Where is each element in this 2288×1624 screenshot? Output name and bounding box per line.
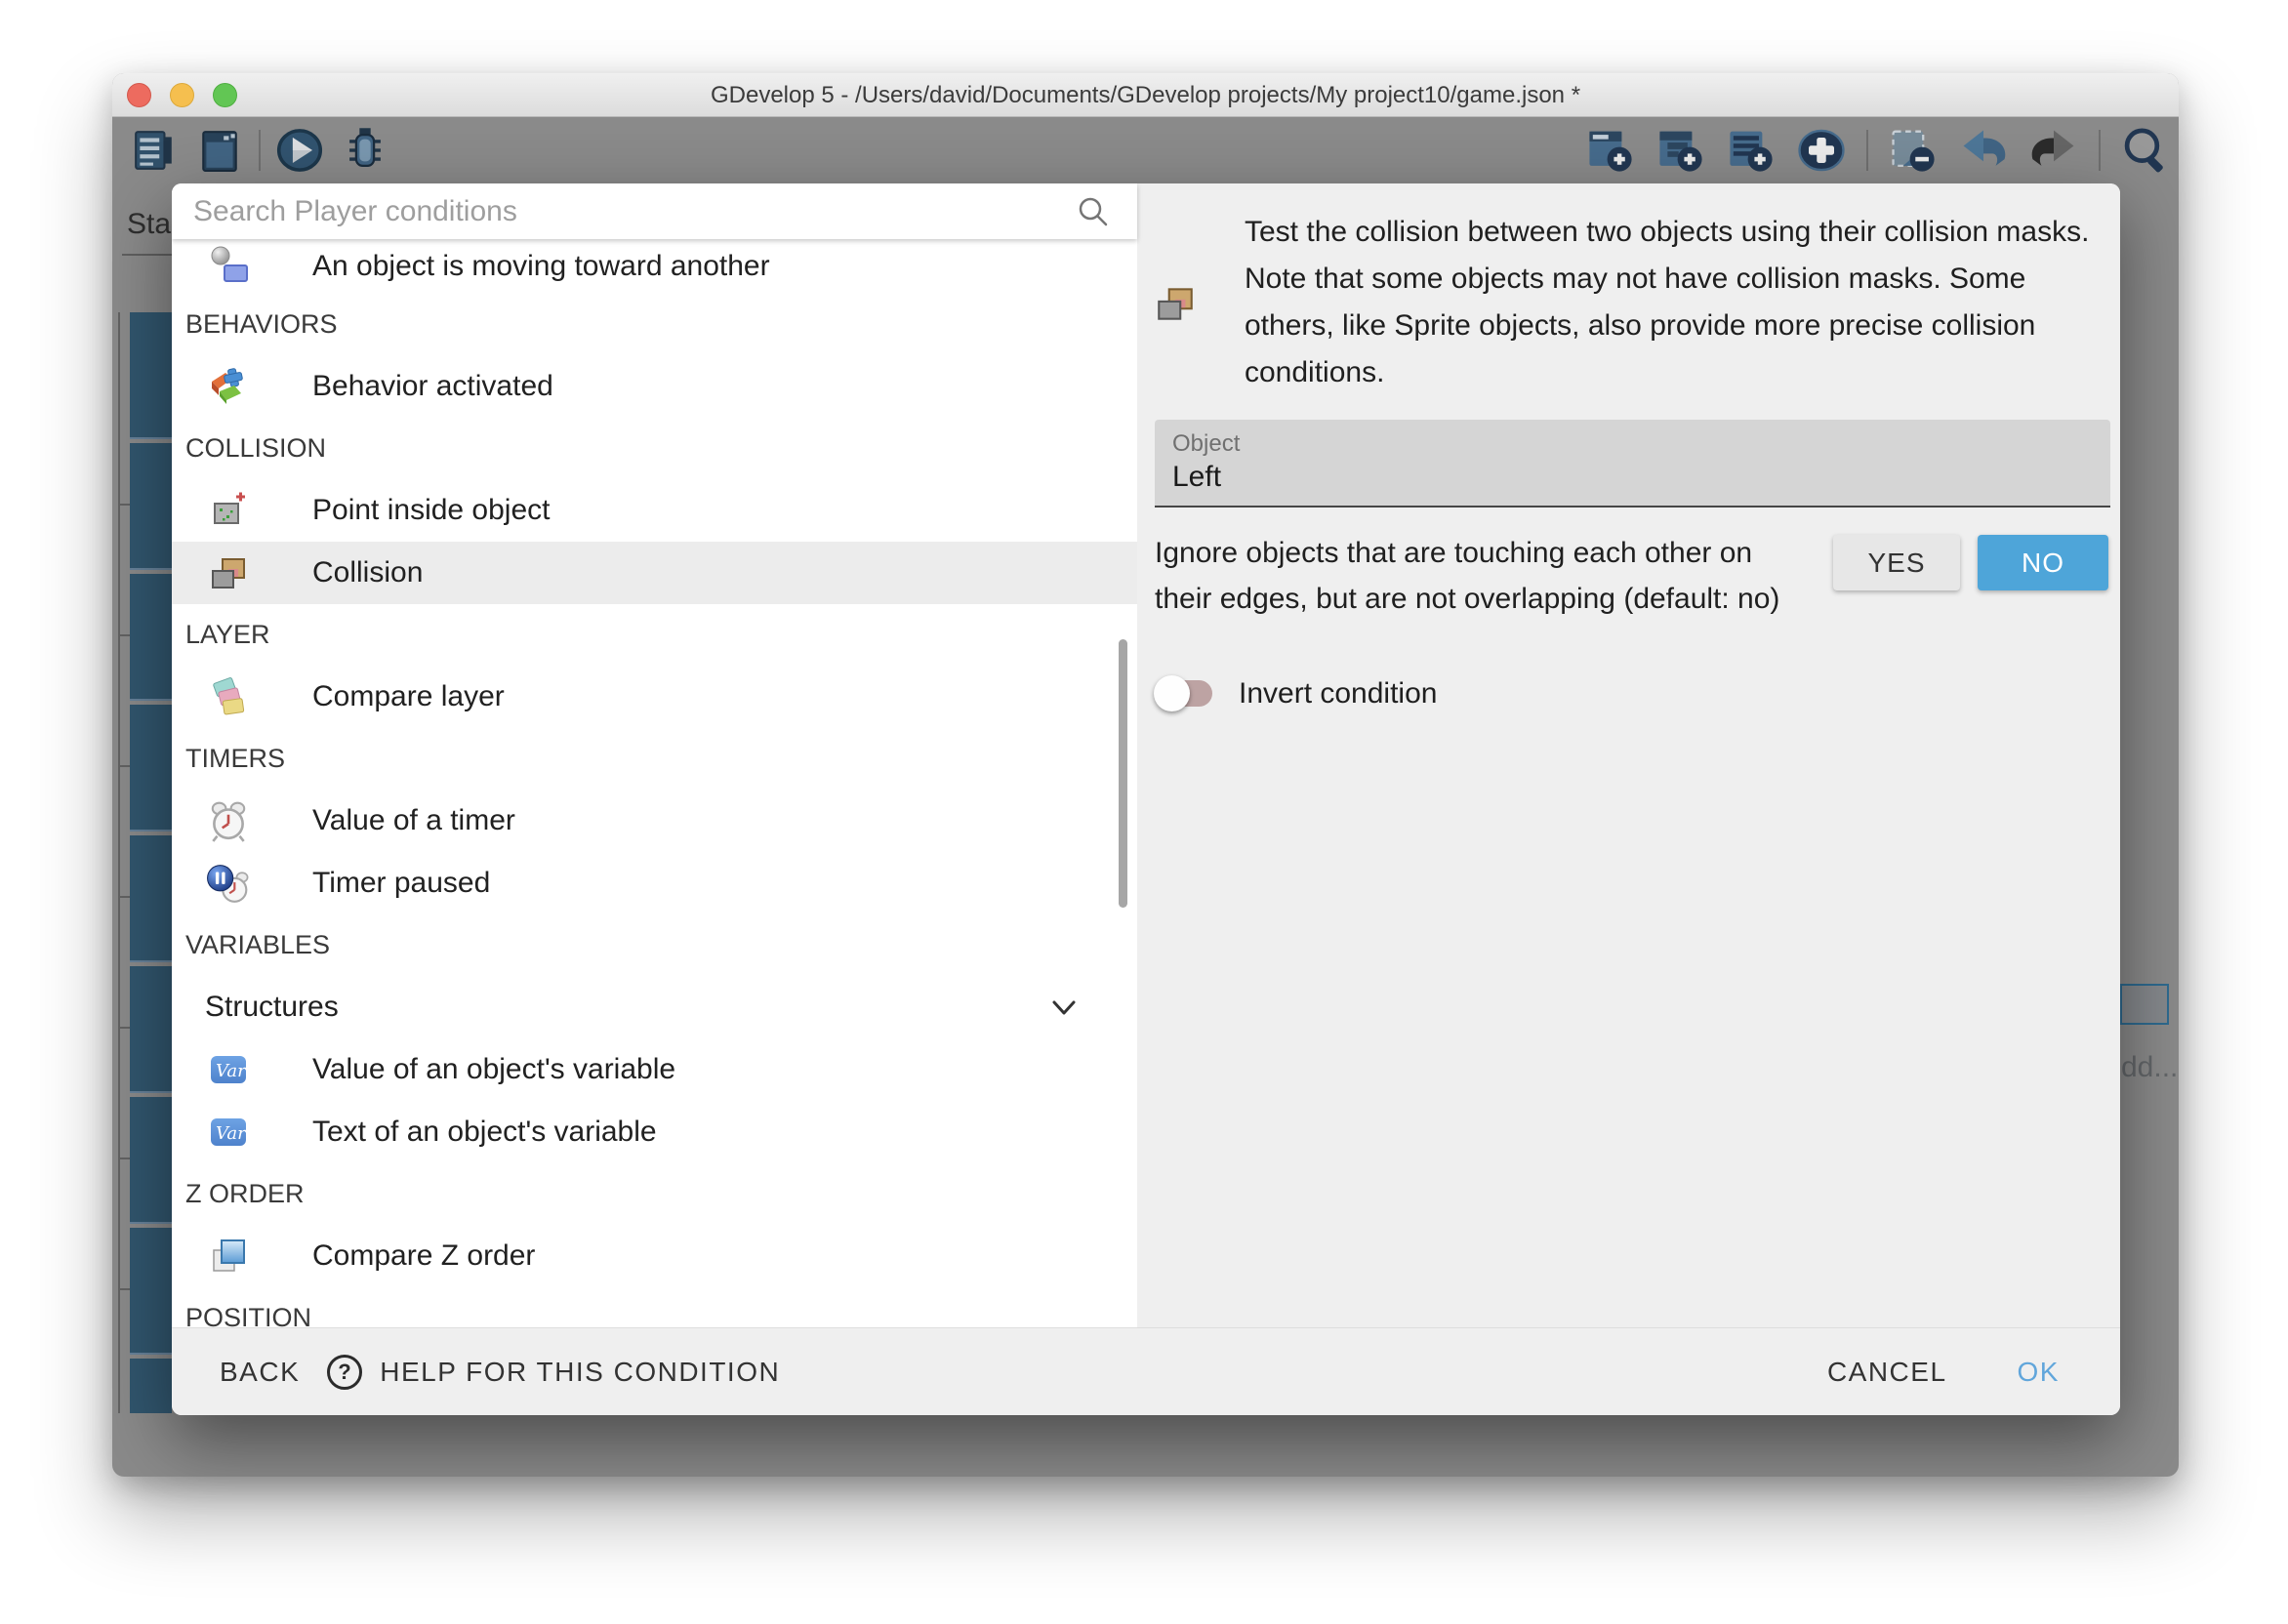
condition-list-panel: An object is moving toward another BEHAV… [172,183,1137,1327]
add-circle-icon[interactable] [1796,125,1847,176]
yes-button[interactable]: YES [1833,535,1960,590]
add-subevent-icon[interactable] [1655,125,1706,176]
condition-description-row: Test the collision between two objects u… [1137,183,2120,396]
scene-tab-underline [122,254,172,256]
list-section-header: LAYER [172,604,1137,666]
delete-event-icon[interactable] [1888,125,1939,176]
list-section-header: VARIABLES [172,914,1137,976]
screen: GDevelop 5 - /Users/david/Documents/GDev… [0,0,2288,1624]
help-button-label[interactable]: HELP FOR THIS CONDITION [380,1357,780,1388]
list-item[interactable]: Compare Z order [172,1225,1137,1287]
invert-condition-row: Invert condition [1137,667,2120,725]
no-button[interactable]: NO [1978,535,2108,590]
toggle-knob[interactable] [1154,675,1190,711]
invert-condition-label: Invert condition [1239,667,1437,721]
list-item[interactable]: Value of a timer [172,790,1137,852]
toolbar-search-icon[interactable] [2120,125,2171,176]
scene-tab-label-partial: Sta [127,208,171,241]
condition-list: An object is moving toward another BEHAV… [172,239,1137,1327]
svg-text:?: ? [339,1360,351,1384]
list-item[interactable]: Behavior activated [172,355,1137,418]
search-input[interactable] [172,183,1077,239]
list-section-header: TIMERS [172,728,1137,790]
list-item[interactable]: Timer paused [172,852,1137,914]
back-button[interactable]: BACK [220,1357,300,1388]
add-comment-icon[interactable] [1726,125,1777,176]
timer-icon [201,798,256,843]
list-item[interactable]: Var Value of an object's variable [172,1038,1137,1101]
ignore-edges-row: Ignore objects that are touching each ot… [1137,530,2120,622]
list-section-header: COLLISION [172,418,1137,479]
event-condition-cells [130,312,172,1413]
list-scrollbar-thumb[interactable] [1119,639,1127,908]
variable-icon: Var [201,1048,256,1091]
variable-icon: Var [201,1111,256,1154]
point-inside-icon [201,489,256,532]
redo-icon[interactable] [2028,125,2079,176]
toolbar-separator [2099,130,2101,171]
condition-detail-panel: Test the collision between two objects u… [1137,183,2120,1327]
condition-editor-dialog: An object is moving toward another BEHAV… [172,183,2120,1415]
behavior-icon [201,365,256,408]
cancel-button[interactable]: CANCEL [1827,1357,1947,1388]
collision-icon [1153,281,1198,326]
help-icon: ? [325,1353,364,1392]
list-group-structures[interactable]: Structures [172,976,1137,1038]
add-link-truncated[interactable]: dd... [2121,1051,2178,1084]
undo-icon[interactable] [1958,125,2009,176]
toolbar-separator [1866,130,1868,171]
search-icon [1077,195,1110,228]
window-title: GDevelop 5 - /Users/david/Documents/GDev… [112,73,2179,117]
add-event-icon[interactable] [1585,125,1636,176]
search-bar [172,183,1137,239]
list-section-header: BEHAVIORS [172,294,1137,355]
condition-description: Test the collision between two objects u… [1245,209,2095,396]
event-parameter-field-partial [2120,984,2169,1025]
project-manager-icon[interactable] [129,125,180,176]
moving-toward-icon [201,245,256,288]
compare-layer-icon [201,675,256,718]
list-item-selected[interactable]: Collision [172,542,1137,604]
collision-icon [201,551,256,594]
z-order-icon [201,1235,256,1278]
toolbar-separator [259,130,261,171]
invert-condition-toggle[interactable] [1161,680,1212,707]
list-section-header: POSITION [172,1287,1137,1327]
help-link[interactable]: ? HELP FOR THIS CONDITION [325,1353,780,1392]
list-item[interactable]: An object is moving toward another [172,239,1137,294]
object-field-label: Object [1172,430,1240,458]
debug-icon[interactable] [340,125,390,176]
toolbar [112,117,2179,183]
svg-text:Var: Var [216,1061,247,1081]
ignore-edges-text: Ignore objects that are touching each ot… [1155,530,1804,622]
svg-text:Var: Var [216,1123,247,1144]
object-field-value: Left [1172,461,1221,494]
object-field[interactable]: Object Left [1155,420,2110,508]
chevron-down-icon[interactable] [1045,990,1083,1027]
timer-paused-icon [201,861,256,906]
ok-button[interactable]: OK [2018,1357,2060,1388]
scene-editor-icon[interactable] [194,125,245,176]
list-item[interactable]: Var Text of an object's variable [172,1101,1137,1163]
dialog-footer: BACK ? HELP FOR THIS CONDITION CANCEL OK [172,1327,2120,1415]
list-item[interactable]: Point inside object [172,479,1137,542]
list-section-header: Z ORDER [172,1163,1137,1225]
play-icon[interactable] [274,125,325,176]
title-bar: GDevelop 5 - /Users/david/Documents/GDev… [112,73,2179,117]
list-item[interactable]: Compare layer [172,666,1137,728]
